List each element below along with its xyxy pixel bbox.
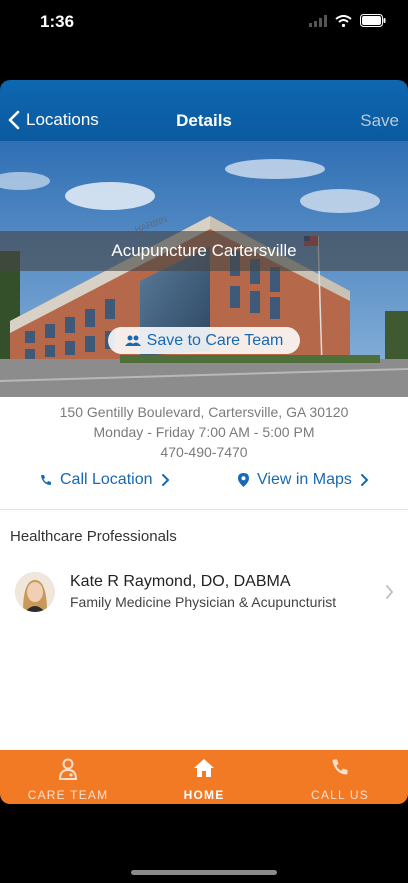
phone-icon (41, 475, 51, 485)
status-bar: 1:36 (0, 0, 408, 48)
tab-care-team[interactable]: CARE TEAM (0, 750, 136, 804)
tab-home-label: HOME (183, 788, 225, 802)
chevron-right-icon (386, 585, 394, 599)
address-text: 150 Gentilly Boulevard, Cartersville, GA… (59, 404, 349, 420)
home-indicator[interactable] (131, 870, 277, 875)
call-location-button[interactable]: Call Location (40, 471, 170, 489)
doctor-icon (58, 758, 78, 780)
tab-call-us[interactable]: CALL US (272, 750, 408, 804)
tab-home[interactable]: HOME (136, 750, 272, 804)
home-icon (194, 759, 214, 777)
professional-name: Kate R Raymond, DO, DABMA (70, 573, 291, 590)
location-photo: HARBIN Acupuncture Cartersville Save to … (0, 141, 408, 397)
avatar (15, 572, 55, 612)
save-button[interactable]: Save (360, 111, 399, 131)
hours-text: Monday - Friday 7:00 AM - 5:00 PM (93, 424, 315, 440)
tab-bar: CARE TEAM HOME CALL US (0, 750, 408, 804)
tab-call-us-label: CALL US (311, 788, 369, 802)
professional-role: Family Medicine Physician & Acupuncturis… (70, 594, 337, 610)
location-info: 150 Gentilly Boulevard, Cartersville, GA… (0, 397, 408, 462)
content: HARBIN Acupuncture Cartersville Save to … (0, 141, 408, 750)
phone-text: 470-490-7470 (160, 444, 248, 460)
view-in-maps-button[interactable]: View in Maps (238, 471, 369, 489)
divider (0, 509, 408, 510)
navigation-bar: Locations Details Save (0, 80, 408, 141)
status-icons (309, 14, 386, 27)
map-pin-icon (238, 473, 249, 487)
call-location-label: Call Location (60, 471, 153, 488)
save-to-care-team-label: Save to Care Team (146, 331, 284, 349)
tab-care-team-label: CARE TEAM (27, 788, 109, 802)
save-to-care-team-button[interactable]: Save to Care Team (108, 327, 300, 354)
chevron-right-icon (161, 474, 169, 486)
people-icon (124, 335, 141, 346)
location-actions: Call Location View in Maps (0, 471, 408, 493)
location-name: Acupuncture Cartersville (0, 231, 408, 271)
professional-row[interactable]: Kate R Raymond, DO, DABMA Family Medicin… (0, 564, 408, 620)
battery-icon (360, 14, 386, 27)
signal-icon (309, 14, 327, 27)
chevron-right-icon (360, 474, 369, 486)
wifi-icon (335, 14, 352, 27)
section-title: Healthcare Professionals (10, 528, 177, 545)
page-title: Details (176, 111, 232, 130)
view-in-maps-label: View in Maps (257, 471, 352, 488)
status-time: 1:36 (40, 12, 75, 31)
phone-icon (332, 759, 348, 775)
